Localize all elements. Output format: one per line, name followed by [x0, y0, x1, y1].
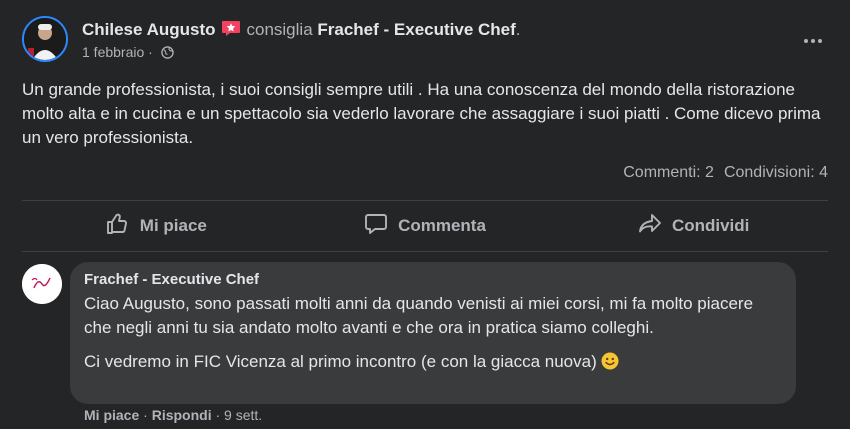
smile-emoji-icon [601, 352, 619, 370]
author-avatar[interactable] [22, 16, 68, 62]
comment-text-line: Ci vedremo in FIC Vicenza al primo incon… [84, 352, 597, 371]
recommend-star-icon [221, 19, 241, 37]
comments-count[interactable]: Commenti: 2 [623, 164, 714, 181]
share-arrow-icon [638, 213, 662, 240]
comment-author[interactable]: Frachef - Executive Chef [84, 270, 782, 290]
comment-text-paragraph-1: Ciao Augusto, sono passati molti anni da… [84, 294, 754, 337]
comment-actions: Mi piace · Rispondi · 9 sett. [84, 407, 262, 423]
post-meta: 1 febbraio · [82, 44, 174, 62]
share-button[interactable]: Condividi [559, 202, 828, 250]
comment-separator-2: · [215, 407, 221, 423]
more-options-button[interactable] [800, 36, 826, 46]
share-label: Condividi [671, 216, 750, 235]
speech-bubble-icon [364, 213, 388, 240]
comment-reply-button[interactable]: Rispondi [152, 407, 212, 423]
post-actions: Mi piace Commenta Condividi [22, 202, 828, 250]
meta-separator: · [148, 44, 153, 60]
commenter-avatar[interactable] [22, 264, 62, 304]
comment-text-paragraph-2: Ci vedremo in FIC Vicenza al primo incon… [84, 350, 782, 374]
post-header: Chilese Augusto consiglia Frachef - Execu… [22, 16, 832, 64]
like-label: Mi piace [139, 216, 207, 235]
thumbs-up-icon [106, 213, 130, 240]
recommend-verb: consiglia [246, 20, 313, 39]
post-text: Un grande professionista, i suoi consigl… [22, 80, 821, 147]
post-date[interactable]: 1 febbraio [82, 44, 144, 60]
comment-button[interactable]: Commenta [291, 202, 560, 250]
divider-bottom [22, 251, 828, 252]
comment-like-button[interactable]: Mi piace [84, 407, 139, 423]
like-button[interactable]: Mi piace [22, 202, 291, 250]
comment-bubble: Frachef - Executive Chef Ciao Augusto, s… [70, 262, 796, 404]
shares-count[interactable]: Condivisioni: 4 [724, 164, 828, 181]
page-name[interactable]: Frachef - Executive Chef [317, 20, 515, 39]
title-period: . [515, 20, 521, 39]
comment-time[interactable]: 9 sett. [224, 407, 262, 423]
comment-separator: · [143, 407, 148, 423]
comment-label: Commenta [398, 216, 486, 235]
globe-icon [161, 46, 174, 62]
divider-top [22, 200, 828, 201]
post-title-line: Chilese Augusto consiglia Frachef - Execu… [82, 19, 521, 40]
author-name[interactable]: Chilese Augusto [82, 20, 216, 39]
post-stats: Commenti: 2 Condivisioni: 4 [623, 164, 828, 182]
